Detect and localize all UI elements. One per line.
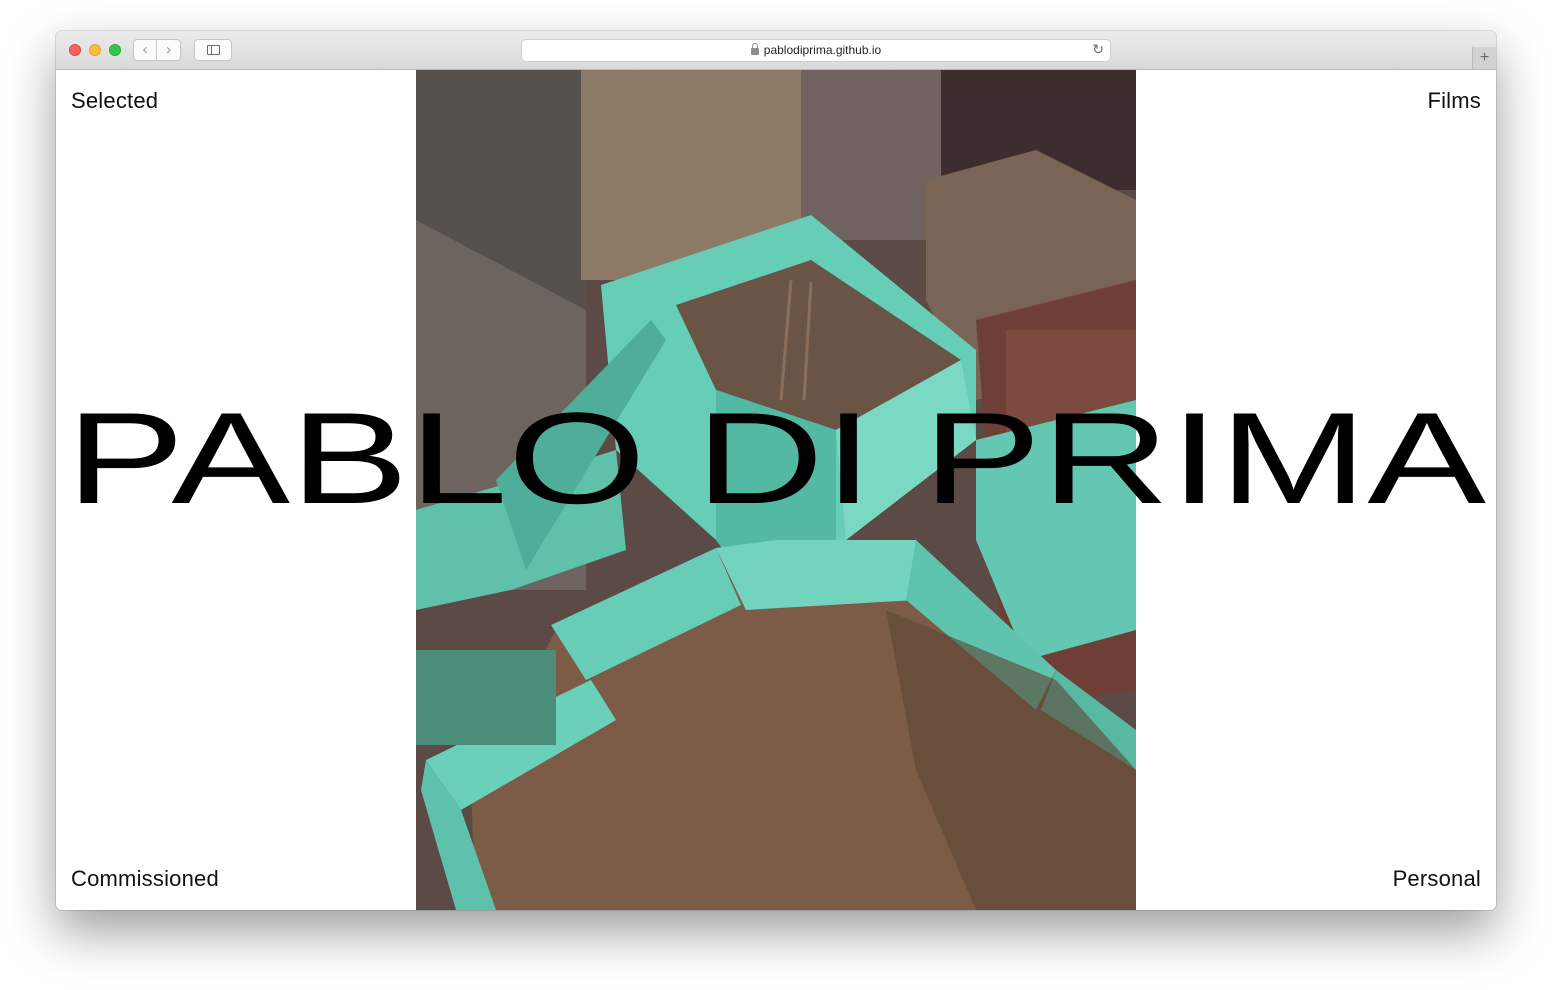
sidebar-icon <box>207 45 220 55</box>
browser-toolbar: ‹ › pablodiprima.github.io ↻ + <box>56 31 1496 70</box>
forward-button[interactable]: › <box>157 39 181 61</box>
reload-icon[interactable]: ↻ <box>1092 41 1104 58</box>
forward-chevron-icon: › <box>166 41 171 58</box>
minimize-window-button[interactable] <box>89 44 101 56</box>
site-title-text: PABLO DI PRIMA <box>66 388 1486 518</box>
browser-window: ‹ › pablodiprima.github.io ↻ + Selected … <box>56 31 1496 910</box>
url-text: pablodiprima.github.io <box>763 43 882 57</box>
back-button[interactable]: ‹ <box>133 39 157 61</box>
sidebar-toggle-button[interactable] <box>194 39 232 61</box>
nav-link-personal[interactable]: Personal <box>1393 866 1481 892</box>
nav-link-commissioned[interactable]: Commissioned <box>71 866 219 892</box>
plus-icon: + <box>1479 49 1490 66</box>
page-content: Selected Films Commissioned Personal PAB… <box>56 70 1496 910</box>
lock-icon <box>750 43 759 55</box>
new-tab-button[interactable]: + <box>1472 47 1496 69</box>
nav-link-selected[interactable]: Selected <box>71 88 158 114</box>
address-bar[interactable]: pablodiprima.github.io ↻ <box>521 39 1111 62</box>
back-chevron-icon: ‹ <box>142 41 148 58</box>
nav-link-films[interactable]: Films <box>1427 88 1481 114</box>
maximize-window-button[interactable] <box>109 44 121 56</box>
close-window-button[interactable] <box>69 44 81 56</box>
site-title: PABLO DI PRIMA <box>66 388 1486 518</box>
